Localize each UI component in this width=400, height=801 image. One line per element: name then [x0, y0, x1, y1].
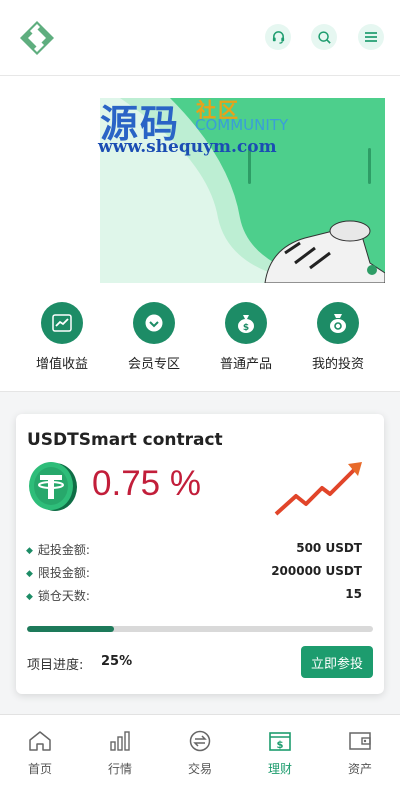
money-bag-icon: $	[225, 302, 267, 344]
nav-finance[interactable]: $ 理财	[240, 730, 320, 777]
svg-text:$: $	[277, 740, 284, 751]
bar-chart-icon	[110, 731, 130, 751]
home-icon	[29, 731, 51, 751]
menu-label: 增值收益	[35, 357, 88, 372]
watermark-url: www.shequym.com	[98, 137, 277, 157]
nav-market[interactable]: 行情	[80, 730, 160, 777]
investment-bag-icon	[317, 302, 359, 344]
nav-home[interactable]: 首页	[0, 730, 80, 777]
nav-label: 首页	[27, 762, 52, 776]
trend-chart-icon	[41, 302, 83, 344]
hamburger-menu-icon[interactable]	[358, 24, 384, 50]
rising-arrow-icon	[274, 462, 362, 516]
lock-days-value: 15	[345, 587, 362, 601]
nav-trade[interactable]: 交易	[160, 730, 240, 777]
menu-item-member-zone[interactable]: 会员专区	[114, 302, 194, 372]
lock-days-label: 锁仓天数:	[26, 587, 90, 604]
menu-item-value-added[interactable]: 增值收益	[22, 302, 102, 372]
top-header	[0, 0, 400, 76]
min-invest-label: 起投金额:	[26, 541, 90, 558]
menu-label: 我的投资	[311, 357, 364, 372]
max-invest-label: 限投金额:	[26, 564, 90, 581]
exchange-icon	[189, 730, 211, 752]
watermark-community-en: COMMUNITY	[195, 116, 289, 134]
nav-label: 行情	[107, 762, 132, 776]
nav-label: 交易	[187, 762, 212, 776]
nav-label: 理财	[267, 762, 292, 776]
tether-coin-icon	[29, 462, 77, 511]
project-progress-bar	[27, 626, 373, 632]
member-badge-icon	[133, 302, 175, 344]
menu-item-regular-products[interactable]: $ 普通产品	[206, 302, 286, 372]
progress-label: 项目进度:	[27, 658, 84, 673]
progress-value: 25%	[101, 654, 133, 669]
return-rate: 0.75 %	[92, 464, 201, 503]
product-title: USDTSmart contract	[27, 430, 223, 450]
finance-icon: $	[269, 732, 291, 751]
nav-label: 资产	[347, 762, 372, 776]
wallet-icon	[349, 732, 371, 750]
menu-item-my-investment[interactable]: 我的投资	[298, 302, 378, 372]
menu-label: 普通产品	[219, 357, 272, 372]
diamond-s-logo[interactable]	[18, 20, 56, 56]
search-icon[interactable]	[311, 24, 337, 50]
min-invest-value: 500 USDT	[296, 541, 362, 555]
nav-assets[interactable]: 资产	[320, 730, 400, 777]
progress-fill	[27, 626, 114, 632]
menu-label: 会员专区	[127, 357, 180, 372]
invest-now-button[interactable]: 立即参投	[301, 646, 373, 678]
svg-text:$: $	[243, 323, 249, 333]
max-invest-value: 200000 USDT	[271, 564, 362, 578]
headset-icon[interactable]	[265, 24, 291, 50]
